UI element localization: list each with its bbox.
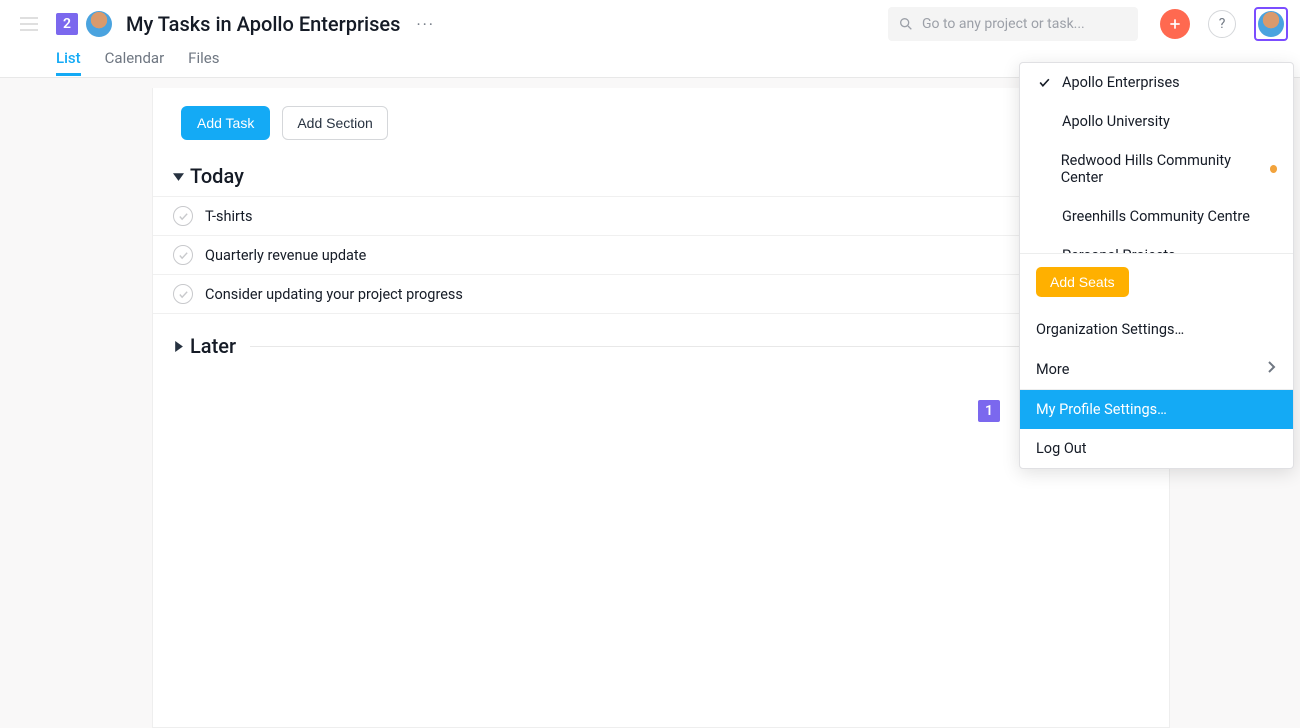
- more-actions-icon[interactable]: ···: [416, 15, 435, 34]
- workspace-item[interactable]: Apollo Enterprises: [1020, 63, 1293, 102]
- header-avatar[interactable]: [86, 11, 112, 37]
- chevron-right-icon: [1267, 360, 1277, 378]
- profile-dropdown: Apollo Enterprises Apollo University Redwo…: [1019, 62, 1294, 469]
- section-today-label: Today: [190, 164, 244, 188]
- add-task-button[interactable]: Add Task: [181, 106, 270, 140]
- check-icon: [1036, 76, 1052, 89]
- logout-item[interactable]: Log Out: [1020, 429, 1293, 468]
- help-button[interactable]: ?: [1208, 10, 1236, 38]
- check-icon: [178, 289, 189, 300]
- tab-list[interactable]: List: [56, 49, 81, 76]
- avatar: [1258, 11, 1284, 37]
- tutorial-callout-2: 2: [56, 13, 78, 35]
- task-row[interactable]: T-shirtsAnnual C…: [153, 196, 1169, 236]
- task-toolbar: Add Task Add Section: [153, 88, 1169, 154]
- org-settings-item[interactable]: Organization Settings…: [1020, 310, 1293, 349]
- sidebar-toggle[interactable]: [20, 12, 44, 36]
- section-today-header[interactable]: Today: [153, 154, 1169, 196]
- task-name: Quarterly revenue update: [205, 247, 1065, 264]
- tasks-card: Add Task Add Section Today T-shirtsAnnua…: [152, 88, 1170, 728]
- tutorial-callout-1: 1: [978, 400, 1000, 422]
- search-icon: [898, 16, 914, 32]
- complete-toggle[interactable]: [173, 245, 193, 265]
- search-placeholder: Go to any project or task...: [922, 16, 1085, 32]
- task-row[interactable]: Quarterly revenue updateCompany…: [153, 236, 1169, 275]
- plus-icon: [1167, 16, 1183, 32]
- notification-dot-icon: [1270, 165, 1277, 173]
- section-later-header[interactable]: Later: [153, 324, 1169, 366]
- task-row[interactable]: Consider updating your project progress: [153, 275, 1169, 314]
- profile-settings-item[interactable]: My Profile Settings…: [1020, 390, 1293, 429]
- workspace-label: Personal Projects: [1062, 247, 1176, 253]
- add-section-button[interactable]: Add Section: [282, 106, 388, 140]
- workspace-list[interactable]: Apollo Enterprises Apollo University Redwo…: [1020, 63, 1293, 253]
- logout-label: Log Out: [1036, 440, 1087, 457]
- workspace-label: Apollo University: [1062, 113, 1170, 130]
- task-name: Consider updating your project progress: [205, 286, 1149, 303]
- search-input[interactable]: Go to any project or task...: [888, 7, 1138, 41]
- check-icon: [178, 211, 189, 222]
- complete-toggle[interactable]: [173, 284, 193, 304]
- org-settings-label: Organization Settings…: [1036, 321, 1184, 338]
- tab-files[interactable]: Files: [188, 49, 219, 76]
- global-add-button[interactable]: [1160, 9, 1190, 39]
- more-item[interactable]: More: [1020, 349, 1293, 389]
- check-icon: [178, 250, 189, 261]
- workspace-item[interactable]: Personal Projects: [1020, 236, 1293, 253]
- workspace-item[interactable]: Greenhills Community Centre: [1020, 197, 1293, 236]
- workspace-item[interactable]: Redwood Hills Community Center: [1020, 141, 1293, 197]
- workspace-label: Apollo Enterprises: [1062, 74, 1180, 91]
- more-label: More: [1036, 361, 1069, 378]
- profile-menu-button[interactable]: [1254, 7, 1288, 41]
- workspace-label: Redwood Hills Community Center: [1061, 152, 1260, 186]
- workspace-item[interactable]: Apollo University: [1020, 102, 1293, 141]
- caret-right-icon: [173, 341, 184, 352]
- caret-down-icon: [173, 171, 184, 182]
- app-header: 2 My Tasks in Apollo Enterprises ··· Go …: [0, 0, 1300, 48]
- profile-settings-label: My Profile Settings…: [1036, 401, 1167, 418]
- complete-toggle[interactable]: [173, 206, 193, 226]
- page-title: My Tasks in Apollo Enterprises: [126, 12, 400, 36]
- tab-calendar[interactable]: Calendar: [105, 49, 165, 76]
- add-seats-row: Add Seats: [1020, 254, 1293, 310]
- task-list: T-shirtsAnnual C…Quarterly revenue updat…: [153, 196, 1169, 314]
- task-name: T-shirts: [205, 208, 1065, 225]
- add-seats-button[interactable]: Add Seats: [1036, 267, 1129, 297]
- workspace-label: Greenhills Community Centre: [1062, 208, 1250, 225]
- section-later-label: Later: [190, 334, 236, 358]
